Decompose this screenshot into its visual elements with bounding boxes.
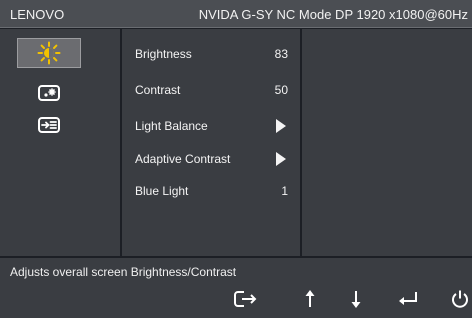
exit-icon: [234, 291, 257, 307]
enter-button[interactable]: [394, 287, 422, 311]
help-bar: Adjusts overall screen Brightness/Contra…: [0, 258, 472, 318]
up-arrow-icon: [305, 290, 315, 307]
power-icon: [452, 290, 468, 308]
brand-label: LENOVO: [10, 7, 65, 22]
menu-item-blue-light[interactable]: Blue Light 1: [122, 181, 300, 201]
settings-menu: Brightness 83 Contrast 50 Light Balance …: [122, 29, 300, 256]
display-mode-label: NVIDA G-SY NC Mode DP 1920 x1080@60Hz: [198, 7, 468, 22]
menu-item-label: Contrast: [135, 83, 181, 97]
exit-button[interactable]: [232, 287, 260, 311]
monitor-osd: LENOVO NVIDA G-SY NC Mode DP 1920 x1080@…: [0, 0, 472, 318]
value-panel: [302, 29, 472, 256]
submenu-arrow-icon: [276, 152, 286, 166]
submenu-arrow-icon: [276, 119, 286, 133]
sidebar-item-picture[interactable]: [17, 78, 81, 108]
power-button[interactable]: [446, 287, 472, 311]
osd-title-bar: LENOVO NVIDA G-SY NC Mode DP 1920 x1080@…: [0, 0, 472, 28]
down-button[interactable]: [342, 287, 370, 311]
picture-settings-icon: [38, 85, 60, 101]
sidebar-item-input[interactable]: [17, 110, 81, 140]
enter-icon: [399, 292, 417, 305]
help-text: Adjusts overall screen Brightness/Contra…: [10, 265, 237, 279]
brightness-icon: [37, 41, 61, 65]
menu-item-value: 1: [281, 184, 288, 198]
menu-item-label: Brightness: [135, 47, 192, 61]
menu-item-label: Adaptive Contrast: [135, 152, 231, 166]
menu-item-label: Blue Light: [135, 184, 189, 198]
menu-item-light-balance[interactable]: Light Balance: [122, 116, 300, 136]
up-button[interactable]: [296, 287, 324, 311]
down-arrow-icon: [351, 291, 361, 308]
menu-item-brightness[interactable]: Brightness 83: [122, 44, 300, 64]
menu-item-value: 83: [274, 47, 288, 61]
input-source-icon: [38, 117, 60, 133]
menu-item-value: 50: [274, 83, 288, 97]
menu-item-adaptive-contrast[interactable]: Adaptive Contrast: [122, 149, 300, 169]
category-sidebar: [0, 29, 120, 256]
menu-item-contrast[interactable]: Contrast 50: [122, 80, 300, 100]
menu-item-label: Light Balance: [135, 119, 208, 133]
sidebar-item-brightness[interactable]: [17, 38, 81, 68]
